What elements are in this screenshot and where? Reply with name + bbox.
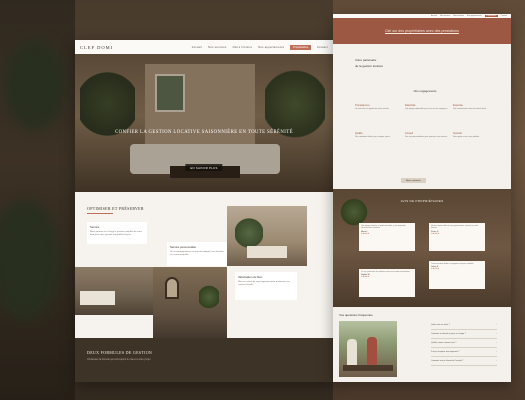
chevron-right-icon: › xyxy=(496,360,497,362)
service-card-2: Service personnalisé Un accompagnement s… xyxy=(167,242,227,266)
chevron-right-icon: › xyxy=(496,333,497,335)
service-card-text: Nous prenons en charge la gestion complè… xyxy=(90,230,142,236)
feature-3: Expertise Une connaissance fine du march… xyxy=(453,104,497,111)
chevron-right-icon: › xyxy=(496,342,497,344)
feature-text: Une connaissance fine du marché local. xyxy=(453,108,487,110)
testimonial-quote: Gestion impeccable de mon appartement, r… xyxy=(431,225,479,230)
room-photo-living xyxy=(227,206,307,266)
faq-item[interactable]: Comment se déroule la prise en charge ? › xyxy=(431,330,497,339)
service-card-text: Un accompagnement sur mesure adapté à vo… xyxy=(170,250,224,256)
feature-text: Nous gérons tout, vous profitez. xyxy=(453,136,480,138)
contact-button[interactable]: Nous contacter xyxy=(401,178,426,183)
faq-item[interactable]: Comment suis-je informé de l'activité ? › xyxy=(431,357,497,366)
faq-item[interactable]: Puis-je récupérer mon logement ? › xyxy=(431,348,497,357)
testimonial-card: Gestion impeccable de mon appartement, r… xyxy=(429,223,485,251)
feature-title: Expertise xyxy=(453,104,463,107)
nav-item-appartements[interactable]: Nos appartements xyxy=(258,46,284,49)
nav-item-proprietaires[interactable]: Propriétaires xyxy=(290,44,311,50)
feature-text: Une équipe disponible pour vous et vos v… xyxy=(405,108,448,110)
commitments-subtitle: de la gestion locative xyxy=(355,64,384,68)
owners-page-mockup: Accueil Nos services Notre histoire Nos … xyxy=(333,14,511,382)
formulas-title: DEUX FORMULES DE GESTION xyxy=(87,350,153,355)
faq-section: Vos questions fréquentes Quels sont vos … xyxy=(333,307,511,382)
faq-item[interactable]: Quelles zones couvrez-vous ? › xyxy=(431,339,497,348)
topbar-appartements[interactable]: Nos appartements xyxy=(467,15,482,17)
nav-item-histoire[interactable]: Notre histoire xyxy=(233,46,253,49)
feature-text: Des recommandations pour optimiser vos r… xyxy=(405,136,448,138)
testimonial-stars: ★★★★★ xyxy=(361,276,370,279)
nav-item-services[interactable]: Nos services xyxy=(208,46,226,49)
testimonial-card: Un vrai partenaire de confiance pour ma … xyxy=(359,269,415,297)
formulas-section: DEUX FORMULES DE GESTION Choisissez la f… xyxy=(75,338,333,382)
feature-2: Réactivité Une équipe disponible pour vo… xyxy=(405,104,449,111)
feature-title: Transparence xyxy=(355,104,370,107)
hero-section: CONFIER LA GESTION LOCATIVE SAISONNIÈRE … xyxy=(75,54,333,192)
testimonial-quote: Une équipe attentive et professionnelle,… xyxy=(361,225,406,230)
feature-1: Transparence Un suivi clair et régulier … xyxy=(355,104,399,111)
faq-list: Quels sont vos tarifs ? › Comment se déro… xyxy=(431,321,497,366)
site-header: CLEF DOMI Accueil Nos services Notre his… xyxy=(75,40,333,54)
feature-4: Qualité Des standards élevés pour chaque… xyxy=(355,132,399,139)
service-card-3: Valorisation du bien Mise en valeur de v… xyxy=(235,272,297,300)
faq-title: Vos questions fréquentes xyxy=(339,313,373,317)
site-logo[interactable]: CLEF DOMI xyxy=(80,45,186,50)
feature-6: Sérénité Nous gérons tout, vous profitez… xyxy=(453,132,497,139)
feature-text: Des standards élevés pour chaque séjour. xyxy=(355,136,391,138)
room-photo-mirror xyxy=(153,267,227,345)
testimonial-quote: Un vrai partenaire de confiance pour ma … xyxy=(361,271,410,273)
hero-cta-button[interactable]: EN SAVOIR PLUS xyxy=(185,164,223,171)
service-card-title: Service personnalisé xyxy=(170,245,196,249)
feature-title: Conseil xyxy=(405,132,413,135)
room-photo-bedroom xyxy=(75,267,153,315)
chevron-right-icon: › xyxy=(496,324,497,326)
chevron-right-icon: › xyxy=(496,351,497,353)
topbar-contact[interactable]: Contact xyxy=(501,15,507,17)
feature-title: Réactivité xyxy=(405,104,416,107)
owners-banner-link[interactable]: Ciel sur des propriétaires avec des pres… xyxy=(385,29,459,33)
services-section: OPTIMISER ET PRÉSERVER Service Nous pren… xyxy=(75,192,333,352)
hero-title: CONFIER LA GESTION LOCATIVE SAISONNIÈRE … xyxy=(115,130,293,135)
testimonial-stars: ★★★★★ xyxy=(361,232,370,235)
topbar-services[interactable]: Nos services xyxy=(440,15,450,17)
topbar-accueil[interactable]: Accueil xyxy=(431,15,437,17)
commitments-mid-title: Nos engagements xyxy=(413,89,437,93)
feature-5: Conseil Des recommandations pour optimis… xyxy=(405,132,449,139)
testimonial-stars: ★★★★★ xyxy=(431,232,440,235)
services-title-underline xyxy=(87,213,113,214)
testimonial-stars: ★★★★★ xyxy=(431,268,440,271)
services-title: OPTIMISER ET PRÉSERVER xyxy=(87,206,144,211)
faq-item[interactable]: Quels sont vos tarifs ? › xyxy=(431,321,497,330)
formulas-subtitle: Choisissez la formule qui correspond le … xyxy=(87,358,151,361)
nav-item-accueil[interactable]: Accueil xyxy=(192,46,202,49)
service-card-title: Service xyxy=(90,225,100,229)
commitments-title: Votre partenaire xyxy=(355,58,377,62)
service-card-1: Service Nous prenons en charge la gestio… xyxy=(87,222,147,244)
testimonial-quote: Communication fluide et voyageurs toujou… xyxy=(431,263,474,265)
feature-title: Sérénité xyxy=(453,132,462,135)
owners-banner: Ciel sur des propriétaires avec des pres… xyxy=(333,18,511,44)
service-card-text: Mise en valeur de votre logement pour ma… xyxy=(238,280,290,286)
commitments-section: Votre partenaire de la gestion locative … xyxy=(333,44,511,189)
homepage-mockup: CLEF DOMI Accueil Nos services Notre his… xyxy=(75,40,333,382)
testimonials-section: AVIS DE PROPRIÉTAIRES Une équipe attenti… xyxy=(333,189,511,307)
testimonials-title: AVIS DE PROPRIÉTAIRES xyxy=(400,199,444,203)
feature-text: Un suivi clair et régulier de votre acti… xyxy=(355,108,389,110)
faq-photo xyxy=(339,321,397,377)
service-card-title: Valorisation du bien xyxy=(238,275,263,279)
testimonial-card: Une équipe attentive et professionnelle,… xyxy=(359,223,415,251)
topbar-histoire[interactable]: Notre histoire xyxy=(453,15,464,17)
testimonial-card: Communication fluide et voyageurs toujou… xyxy=(429,261,485,289)
feature-title: Qualité xyxy=(355,132,363,135)
nav-item-contact[interactable]: Contact xyxy=(317,46,328,49)
topbar-proprietaires[interactable]: Propriétaires xyxy=(484,15,498,17)
